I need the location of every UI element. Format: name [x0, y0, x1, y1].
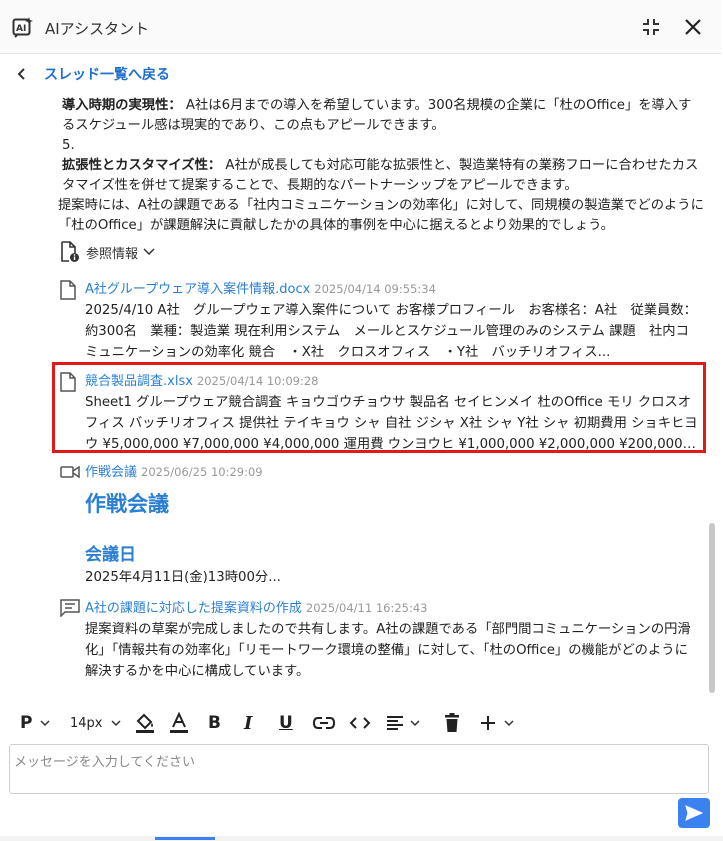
chat-message-icon: [60, 599, 80, 617]
reference-title[interactable]: 作戦会議 2025/06/25 10:29:09: [85, 461, 263, 480]
message-item-timing: 導入時期の実現性： A社は6月までの導入を希望しています。300名規模の企業に「…: [62, 96, 702, 136]
meeting-heading: 作戦会議: [85, 492, 169, 516]
reference-title[interactable]: A社の課題に対応した提案資料の作成 2025/04/11 16:25:43: [85, 597, 428, 616]
italic-icon: I: [244, 712, 253, 734]
reference-item[interactable]: A社の課題に対応した提案資料の作成 2025/04/11 16:25:43 提案資…: [60, 597, 700, 687]
file-icon: [60, 280, 76, 300]
message-closing: 提案時には、A社の課題である「社内コミュニケーションの効率化」に対して、同規模の…: [58, 198, 704, 233]
chevron-down-icon: [504, 719, 514, 726]
back-to-threads-link[interactable]: スレッド一覧へ戻る: [17, 64, 170, 84]
reference-excerpt: 2025/4/10 A社 グループウェア導入案件について お客様プロフィール お…: [85, 303, 697, 360]
reference-title[interactable]: A社グループウェア導入案件情報.docx 2025/04/14 09:55:34: [85, 278, 436, 297]
bold-button[interactable]: B: [208, 705, 221, 741]
panel-title: AIアシスタント: [45, 20, 150, 38]
meeting-subheading: 会議日: [85, 545, 136, 565]
chevron-down-icon: [143, 248, 155, 256]
bottom-strip: [0, 836, 723, 841]
link-icon: [313, 717, 335, 729]
send-icon: [685, 805, 703, 821]
trash-icon: [445, 713, 459, 732]
chevron-down-icon: [40, 719, 50, 726]
highlight-box: [52, 362, 706, 453]
paint-bucket-icon: [136, 713, 154, 733]
reference-toggle[interactable]: 参照情報: [60, 241, 155, 263]
ai-assistant-icon: AI: [12, 16, 34, 42]
svg-text:AI: AI: [16, 24, 26, 34]
reference-excerpt: 2025年4月11日(金)13時00分...: [85, 570, 281, 585]
paragraph-label: P: [20, 713, 33, 733]
chevron-left-icon: [17, 68, 25, 80]
close-icon[interactable]: [683, 17, 703, 41]
message-item-extensibility: 拡張性とカスタマイズ性： A社が成長しても対応可能な拡張性と、製造業特有の業務フ…: [62, 156, 702, 196]
fill-color-button[interactable]: [134, 705, 156, 741]
reference-item[interactable]: A社グループウェア導入案件情報.docx 2025/04/14 09:55:34 …: [60, 278, 700, 360]
document-info-icon: [61, 241, 79, 262]
link-button[interactable]: [313, 705, 335, 741]
insert-dropdown[interactable]: [480, 705, 514, 741]
chevron-down-icon: [110, 719, 121, 726]
reference-date: 2025/04/14 09:55:34: [314, 282, 436, 296]
code-button[interactable]: [349, 705, 371, 741]
bottom-indicator: [155, 837, 215, 840]
font-size-dropdown[interactable]: 14px: [70, 705, 121, 741]
code-icon: [349, 717, 371, 729]
message-input-box[interactable]: [9, 744, 709, 794]
align-dropdown[interactable]: [386, 705, 420, 741]
item-heading: 拡張性とカスタマイズ性：: [62, 158, 222, 173]
video-camera-icon: [60, 465, 80, 479]
send-button[interactable]: [678, 798, 710, 828]
delete-button[interactable]: [444, 705, 460, 741]
text-color-icon: [170, 712, 188, 733]
editor-toolbar: P 14px B I U: [0, 705, 721, 741]
font-size-value: 14px: [70, 715, 103, 731]
paragraph-format-dropdown[interactable]: P: [20, 705, 50, 741]
bold-icon: B: [208, 713, 221, 733]
item-heading: 導入時期の実現性：: [62, 98, 182, 113]
underline-icon: U: [279, 713, 293, 733]
reference-excerpt: 提案資料の草案が完成しましたので共有します。A社の課題である「部門間コミュニケー…: [85, 622, 691, 679]
message-input[interactable]: [10, 745, 708, 793]
reference-toggle-label: 参照情報: [86, 246, 139, 262]
text-color-button[interactable]: [169, 705, 189, 741]
list-number: 5.: [62, 138, 75, 153]
reference-date: 2025/06/25 10:29:09: [141, 465, 263, 479]
italic-button[interactable]: I: [244, 705, 252, 741]
reference-date: 2025/04/11 16:25:43: [305, 601, 428, 615]
collapse-icon[interactable]: [642, 18, 660, 40]
back-label: スレッド一覧へ戻る: [44, 67, 170, 83]
plus-icon: [481, 716, 495, 730]
panel-header: AI AIアシスタント: [0, 0, 721, 54]
underline-button[interactable]: U: [279, 705, 293, 741]
align-left-icon: [387, 716, 403, 730]
chevron-down-icon: [410, 719, 420, 726]
scrollbar-thumb[interactable]: [709, 523, 715, 693]
